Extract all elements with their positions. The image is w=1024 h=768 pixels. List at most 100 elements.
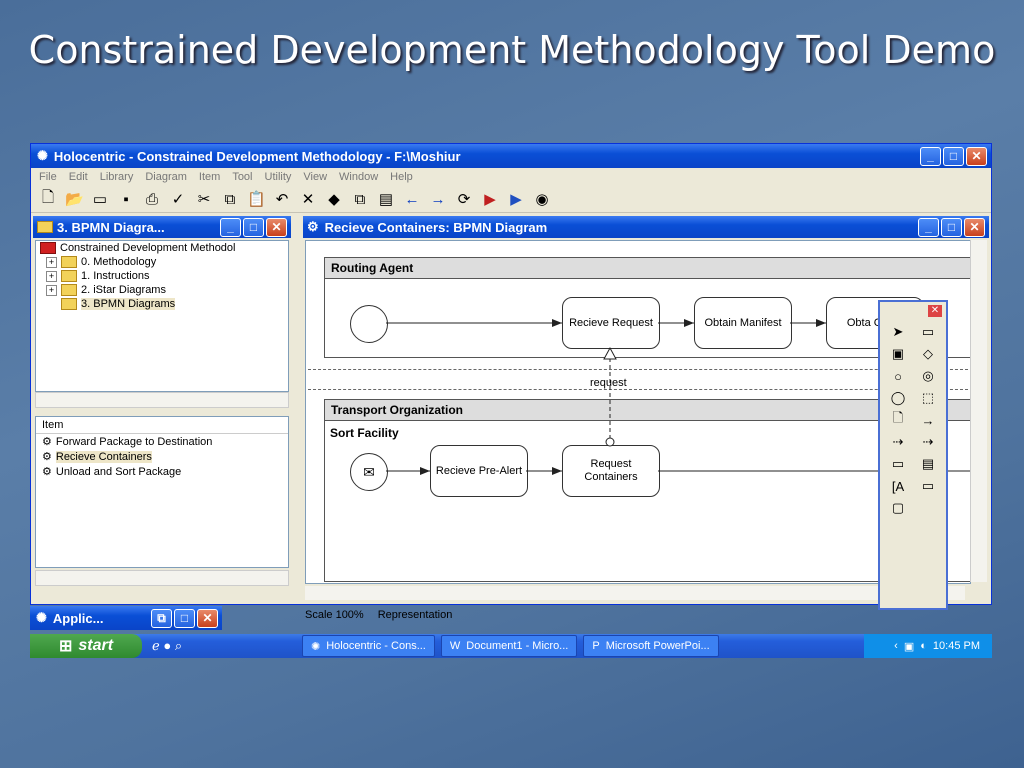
menu-window[interactable]: Window	[339, 171, 378, 183]
back-icon[interactable]: ←	[403, 191, 421, 208]
menu-help[interactable]: Help	[390, 171, 413, 183]
expand-icon[interactable]: +	[46, 270, 57, 282]
tool1-icon[interactable]: ◆	[325, 190, 343, 208]
spell-icon[interactable]: ✓	[169, 190, 187, 208]
process-icon: ⚙	[42, 466, 52, 478]
applications-maximize-button[interactable]: □	[174, 608, 195, 628]
print-icon[interactable]: ⎙	[143, 191, 161, 208]
ie-icon[interactable]: ℯ	[152, 638, 160, 653]
pool-icon[interactable]: ▣	[884, 344, 912, 364]
media-icon[interactable]: ●	[163, 638, 171, 653]
app-logo-icon: ✺	[37, 148, 48, 163]
undo-icon[interactable]: ↶	[273, 190, 291, 208]
applications-window[interactable]: ✺ Applic... ⧉ □ ✕	[30, 606, 222, 630]
gateway-icon[interactable]: ◇	[914, 344, 942, 364]
minimize-button[interactable]: _	[920, 146, 941, 166]
document-icon[interactable]: 🗋	[884, 410, 912, 430]
export-icon[interactable]: ▶	[481, 190, 499, 208]
item-list-header: Item	[36, 417, 288, 434]
library-minimize-button[interactable]: _	[220, 217, 241, 237]
start-button[interactable]: ⊞ start	[30, 634, 142, 658]
menu-item[interactable]: Item	[199, 171, 220, 183]
association-icon[interactable]: ⇢	[914, 432, 942, 452]
forward-icon[interactable]: →	[429, 191, 447, 208]
message-flow-icon[interactable]: ⇢	[884, 432, 912, 452]
diagram-maximize-button[interactable]: □	[941, 217, 962, 237]
tree-item-bpmn[interactable]: 3. BPMN Diagrams	[36, 297, 288, 311]
search-icon[interactable]: ⌕	[175, 638, 182, 653]
menu-tool[interactable]: Tool	[232, 171, 252, 183]
items-hscroll[interactable]	[35, 570, 289, 586]
taskbar-powerpoint[interactable]: P Microsoft PowerPoi...	[583, 635, 719, 657]
lane-icon[interactable]: ▤	[914, 454, 942, 474]
group-icon[interactable]: ▭	[884, 454, 912, 474]
app-titlebar[interactable]: ✺ Holocentric - Constrained Development …	[31, 144, 991, 168]
cut-icon[interactable]: ✂	[195, 190, 213, 208]
menu-file[interactable]: File	[39, 171, 57, 183]
list-item[interactable]: ⚙ Forward Package to Destination	[36, 434, 288, 449]
close-button[interactable]: ✕	[966, 146, 987, 166]
menu-utility[interactable]: Utility	[265, 171, 292, 183]
tool2-icon[interactable]: ⧉	[351, 191, 369, 208]
eye-icon[interactable]: ◉	[533, 190, 551, 208]
data-object-icon[interactable]: ▭	[914, 476, 942, 496]
applications-title: Applic...	[52, 610, 104, 626]
open-icon[interactable]: 📂	[65, 190, 84, 208]
tool3-icon[interactable]: ▤	[377, 190, 395, 208]
subprocess-icon[interactable]: ⬚	[914, 388, 942, 408]
tree-item-instructions[interactable]: + 1. Instructions	[36, 269, 288, 283]
tree-hscroll[interactable]	[35, 392, 289, 408]
slide-title: Constrained Development Methodology Tool…	[28, 28, 996, 72]
annotation-icon[interactable]: [A	[884, 476, 912, 496]
intermediate-event-icon[interactable]: ◎	[914, 366, 942, 386]
taskbar-word[interactable]: W Document1 - Micro...	[440, 635, 578, 657]
taskbar-holocentric[interactable]: ✺ Holocentric - Cons...	[302, 635, 435, 657]
folder-icon[interactable]: ▭	[91, 190, 109, 208]
volume-icon[interactable]: ◐	[920, 640, 927, 652]
save-icon[interactable]: ▪	[117, 191, 135, 208]
new-icon[interactable]: 🗋	[39, 187, 57, 212]
import-icon[interactable]: ▶	[507, 190, 525, 208]
text-box-icon[interactable]: ▭	[914, 322, 942, 342]
diagram-vscroll[interactable]	[970, 240, 987, 582]
expand-icon[interactable]: +	[46, 256, 57, 268]
list-item[interactable]: ⚙ Unload and Sort Package	[36, 464, 288, 479]
tree-item-root[interactable]: Constrained Development Methodol	[36, 241, 288, 255]
end-event-icon[interactable]: ◯	[884, 388, 912, 408]
diagram-minimize-button[interactable]: _	[918, 217, 939, 237]
delete-icon[interactable]: ✕	[299, 190, 317, 208]
diagram-hscroll[interactable]	[305, 586, 965, 600]
paste-icon[interactable]: 📋	[247, 190, 266, 208]
menu-diagram[interactable]: Diagram	[145, 171, 187, 183]
list-item[interactable]: ⚙ Recieve Containers	[36, 449, 288, 464]
library-close-button[interactable]: ✕	[266, 217, 287, 237]
copy-icon[interactable]: ⧉	[221, 191, 239, 208]
sequence-flow-icon[interactable]: →	[914, 410, 942, 430]
maximize-button[interactable]: □	[943, 146, 964, 166]
diagram-close-button[interactable]: ✕	[964, 217, 985, 237]
menu-edit[interactable]: Edit	[69, 171, 88, 183]
refresh-icon[interactable]: ⟳	[455, 190, 473, 208]
open-folder-icon	[61, 298, 77, 310]
network-icon[interactable]: ▣	[904, 640, 914, 653]
pointer-icon[interactable]: ➤	[884, 322, 912, 342]
menu-view[interactable]: View	[303, 171, 327, 183]
task-icon[interactable]: ▢	[884, 498, 912, 518]
applications-close-button[interactable]: ✕	[197, 608, 218, 628]
tree-item-methodology[interactable]: + 0. Methodology	[36, 255, 288, 269]
applications-restore-button[interactable]: ⧉	[151, 608, 172, 628]
library-maximize-button[interactable]: □	[243, 217, 264, 237]
palette-close-button[interactable]: ✕	[928, 305, 942, 317]
clock[interactable]: 10:45 PM	[933, 640, 980, 652]
quick-launch: ℯ ● ⌕	[142, 638, 302, 654]
expand-icon[interactable]: +	[46, 284, 57, 296]
diagram-titlebar[interactable]: ⚙ Recieve Containers: BPMN Diagram _ □ ✕	[303, 216, 989, 238]
tray-expand-icon[interactable]: ‹	[894, 640, 898, 652]
start-event-icon[interactable]: ○	[884, 366, 912, 386]
app-logo-icon: ✺	[36, 610, 47, 625]
menu-library[interactable]: Library	[100, 171, 134, 183]
tree-item-istar[interactable]: + 2. iStar Diagrams	[36, 283, 288, 297]
library-titlebar[interactable]: 3. BPMN Diagra... _ □ ✕	[33, 216, 291, 238]
diagram-title: Recieve Containers: BPMN Diagram	[324, 219, 548, 235]
diagram-canvas[interactable]: Routing Agent Recieve Request Obtain Man…	[305, 240, 971, 584]
